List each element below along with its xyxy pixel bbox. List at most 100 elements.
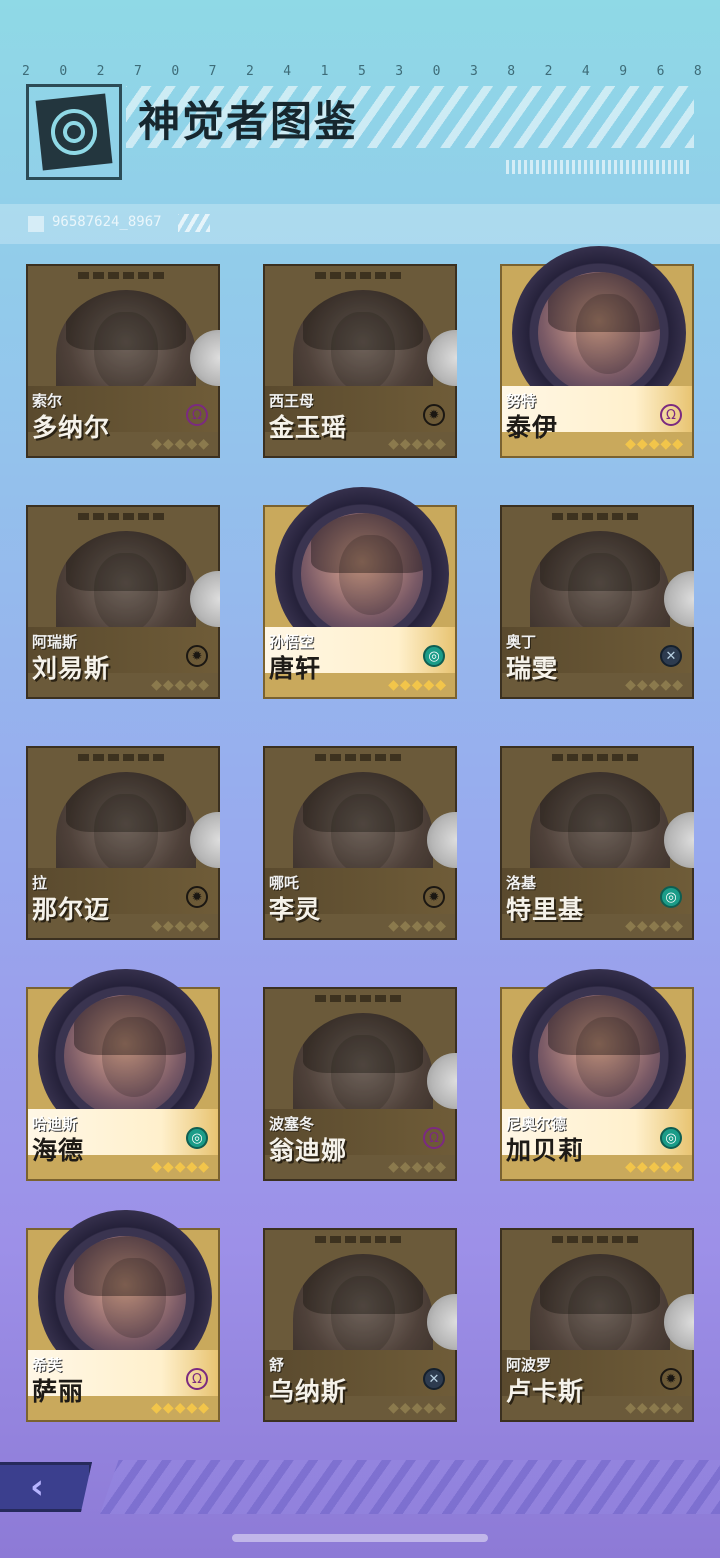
- digit: 0: [171, 64, 180, 79]
- character-card[interactable]: 波塞冬 翁迪娜 Ω ◆◆◆◆◆: [263, 987, 457, 1181]
- character-card[interactable]: 阿波罗 卢卡斯 ✹ ◆◆◆◆◆: [500, 1228, 694, 1422]
- character-name: 李灵: [269, 895, 322, 924]
- digit: 6: [656, 64, 665, 79]
- card-tabs: [78, 272, 168, 279]
- star-rating: ◆◆◆◆◆: [388, 1159, 447, 1175]
- character-portrait: [538, 272, 660, 394]
- character-name: 刘易斯: [32, 654, 111, 683]
- faction-icon: Ω: [660, 404, 682, 426]
- card-tabs: [78, 513, 168, 520]
- character-card[interactable]: 洛基 特里基 ◎ ◆◆◆◆◆: [500, 746, 694, 940]
- card-tabs: [315, 754, 405, 761]
- digit: 2: [544, 64, 553, 79]
- bottom-bar: ‹: [0, 1454, 720, 1516]
- digit: 4: [283, 64, 292, 79]
- card-tabs: [315, 1236, 405, 1243]
- star-rating: ◆◆◆◆◆: [151, 918, 210, 934]
- header-digits: 2 0 2 7 0 7 2 4 1 5 3 0 3 8 2 4 9 6 8: [22, 64, 702, 79]
- card-tabs: [315, 995, 405, 1002]
- character-card[interactable]: 尼奥尔德 加贝莉 ◎ ◆◆◆◆◆: [500, 969, 694, 1181]
- star-rating: ◆◆◆◆◆: [625, 1159, 684, 1175]
- card-tabs: [315, 272, 405, 279]
- star-rating: ◆◆◆◆◆: [151, 1159, 210, 1175]
- faction-icon: ◎: [186, 1127, 208, 1149]
- star-rating: ◆◆◆◆◆: [625, 436, 684, 452]
- character-name: 泰伊: [506, 413, 559, 442]
- star-rating: ◆◆◆◆◆: [151, 677, 210, 693]
- star-rating: ◆◆◆◆◆: [625, 677, 684, 693]
- character-card[interactable]: 拉那尔迈 ✹ ◆◆◆◆◆: [26, 746, 220, 940]
- digit: 8: [507, 64, 516, 79]
- star-rating: ◆◆◆◆◆: [151, 1400, 210, 1416]
- faction-icon: ✕: [423, 1368, 445, 1390]
- digit: 2: [245, 64, 254, 79]
- faction-icon: Ω: [186, 404, 208, 426]
- character-name: 翁迪娜: [269, 1136, 348, 1165]
- card-tabs: [552, 754, 642, 761]
- character-name: 萨丽: [32, 1377, 85, 1406]
- digit: 5: [357, 64, 366, 79]
- codex-logo-icon: [26, 84, 122, 180]
- star-rating: ◆◆◆◆◆: [625, 1400, 684, 1416]
- back-button[interactable]: ‹: [0, 1462, 92, 1512]
- digit: 1: [320, 64, 329, 79]
- character-portrait: [64, 995, 186, 1117]
- character-card[interactable]: 希芙 萨丽 Ω ◆◆◆◆◆: [26, 1210, 220, 1422]
- faction-icon: ✹: [660, 1368, 682, 1390]
- faction-icon: ✹: [423, 404, 445, 426]
- faction-icon: ◎: [423, 645, 445, 667]
- chevron-left-icon: ‹: [30, 1467, 45, 1507]
- faction-icon: ◎: [660, 1127, 682, 1149]
- digit: 2: [96, 64, 105, 79]
- bottom-strip: [100, 1460, 720, 1514]
- character-name: 那尔迈: [32, 895, 111, 924]
- character-name: 特里基: [506, 895, 585, 924]
- slash-decoration: [178, 214, 210, 232]
- character-card[interactable]: 索尔 多纳尔 Ω ◆◆◆◆◆: [26, 264, 220, 458]
- character-name: 金玉瑶: [269, 413, 348, 442]
- page-title: 神觉者图鉴: [138, 97, 359, 146]
- star-rating: ◆◆◆◆◆: [388, 436, 447, 452]
- faction-icon: ✕: [660, 645, 682, 667]
- digit: 0: [432, 64, 441, 79]
- character-name: 唐轩: [269, 654, 322, 683]
- barcode-decoration: [506, 160, 692, 174]
- character-card[interactable]: 奥丁 瑞雯 ✕ ◆◆◆◆◆: [500, 505, 694, 699]
- faction-icon: ✹: [423, 886, 445, 908]
- character-card[interactable]: 努特 泰伊 Ω ◆◆◆◆◆: [500, 246, 694, 458]
- digit: 7: [208, 64, 217, 79]
- star-rating: ◆◆◆◆◆: [388, 918, 447, 934]
- square-icon: [28, 216, 44, 232]
- character-name: 卢卡斯: [506, 1377, 585, 1406]
- faction-icon: ✹: [186, 645, 208, 667]
- character-card[interactable]: 孙悟空 唐轩 ◎ ◆◆◆◆◆: [263, 487, 457, 699]
- digit: 9: [619, 64, 628, 79]
- card-tabs: [552, 1236, 642, 1243]
- star-rating: ◆◆◆◆◆: [388, 1400, 447, 1416]
- character-card[interactable]: 阿瑞斯 刘易斯 ✹ ◆◆◆◆◆: [26, 505, 220, 699]
- digit: 3: [395, 64, 404, 79]
- character-name: 海德: [32, 1136, 85, 1165]
- character-card[interactable]: 西王母 金玉瑶 ✹ ◆◆◆◆◆: [263, 264, 457, 458]
- digit: 0: [59, 64, 68, 79]
- character-card[interactable]: 哪吒 李灵 ✹ ◆◆◆◆◆: [263, 746, 457, 940]
- faction-icon: ✹: [186, 886, 208, 908]
- home-indicator[interactable]: [232, 1534, 488, 1542]
- star-rating: ◆◆◆◆◆: [388, 677, 447, 693]
- character-name: 加贝莉: [506, 1136, 585, 1165]
- character-name: 乌纳斯: [269, 1377, 348, 1406]
- sub-code: 96587624_8967: [52, 214, 162, 230]
- digit: 7: [133, 64, 142, 79]
- digit: 8: [693, 64, 702, 79]
- card-tabs: [552, 513, 642, 520]
- character-name: 多纳尔: [32, 413, 111, 442]
- card-tabs: [78, 754, 168, 761]
- character-card[interactable]: 舒乌纳斯 ✕ ◆◆◆◆◆: [263, 1228, 457, 1422]
- faction-icon: Ω: [423, 1127, 445, 1149]
- digit: 3: [469, 64, 478, 79]
- sub-info-bar: 96587624_8967: [0, 204, 720, 244]
- star-rating: ◆◆◆◆◆: [151, 436, 210, 452]
- character-portrait: [538, 995, 660, 1117]
- character-card[interactable]: 哈迪斯 海德 ◎ ◆◆◆◆◆: [26, 969, 220, 1181]
- faction-icon: ◎: [660, 886, 682, 908]
